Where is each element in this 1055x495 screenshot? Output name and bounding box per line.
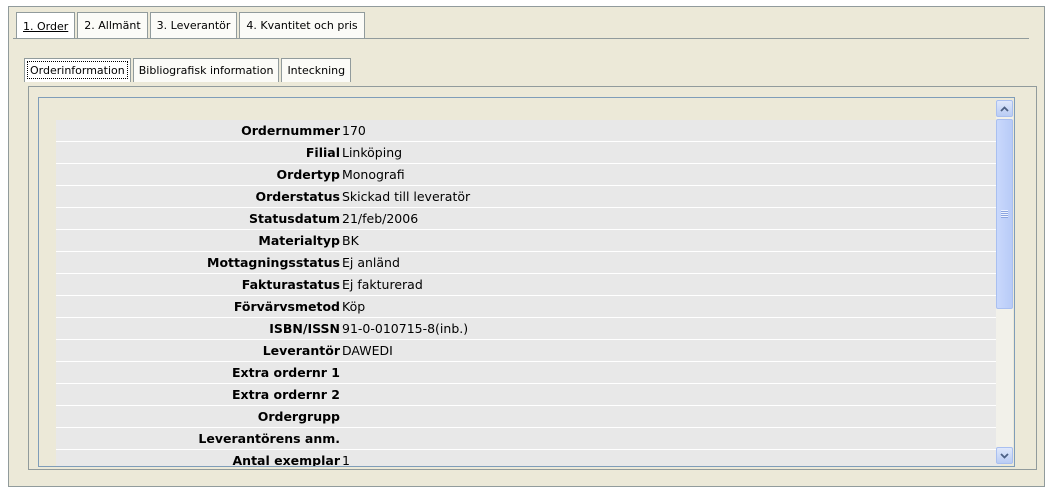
chevron-up-icon: [1000, 105, 1009, 112]
field-label: Antal exemplar: [232, 453, 341, 467]
field-value: Monografi: [342, 167, 405, 182]
tab-label: Orderinformation: [30, 64, 125, 77]
field-label: Fakturastatus: [241, 277, 340, 292]
field-label: Leverantör: [262, 343, 340, 358]
order-details-list: Ordernummer 170 Filial Linköping Ordertyp M…: [56, 120, 1001, 467]
field-row: Orderstatus Skickad till leveratör: [56, 186, 1001, 208]
field-label: ISBN/ISSN: [269, 321, 340, 336]
field-label: Extra ordernr 1: [232, 365, 340, 380]
tab-order[interactable]: 1. Order: [16, 12, 76, 39]
main-tab-strip: 1. Order 2. Allmänt 3. Leverantör 4. Kva…: [16, 12, 367, 39]
field-label: Extra ordernr 2: [232, 387, 340, 402]
tab-label: Inteckning: [287, 64, 346, 77]
grip-icon: [1001, 210, 1008, 218]
field-label: Leverantörens anm.: [198, 431, 340, 446]
field-row: Leverantör DAWEDI: [56, 340, 1001, 362]
chevron-down-icon: [1000, 452, 1009, 459]
field-row: Ordergrupp: [56, 406, 1001, 428]
scrollbar-thumb[interactable]: [996, 119, 1013, 309]
field-value: 91-0-010715-8(inb.): [342, 321, 469, 336]
field-label: Filial: [305, 145, 340, 160]
field-row: Fakturastatus Ej fakturerad: [56, 274, 1001, 296]
field-label: Materialtyp: [258, 233, 340, 248]
field-value: 170: [342, 123, 366, 138]
field-value: 21/feb/2006: [342, 211, 419, 226]
field-row: Leverantörens anm.: [56, 428, 1001, 450]
field-row: Mottagningsstatus Ej anländ: [56, 252, 1001, 274]
tab-label: 3. Leverantör: [156, 19, 231, 32]
tab-leverantor[interactable]: 3. Leverantör: [149, 12, 238, 38]
field-row: Filial Linköping: [56, 142, 1001, 164]
field-value: BK: [342, 233, 359, 248]
tab-label: 1. Order: [23, 19, 69, 33]
tab-allmant[interactable]: 2. Allmänt: [77, 12, 148, 38]
field-label: Mottagningsstatus: [207, 255, 340, 270]
field-label: Ordernummer: [241, 123, 340, 138]
tab-orderinformation[interactable]: Orderinformation: [24, 58, 131, 82]
order-details-view: Ordernummer 170 Filial Linköping Ordertyp M…: [38, 97, 1015, 467]
field-row: Extra ordernr 2: [56, 384, 1001, 406]
tab-label: Bibliografisk information: [138, 64, 274, 77]
tab-kvantitet-och-pris[interactable]: 4. Kvantitet och pris: [239, 12, 365, 38]
field-row: Statusdatum 21/feb/2006: [56, 208, 1001, 230]
scroll-down-button[interactable]: [996, 447, 1013, 464]
field-label: Förvärvsmetod: [233, 299, 340, 314]
vertical-scrollbar[interactable]: [996, 100, 1013, 464]
field-value: DAWEDI: [342, 343, 393, 358]
tab-label: 2. Allmänt: [84, 19, 141, 32]
field-row: Ordertyp Monografi: [56, 164, 1001, 186]
field-row: Förvärvsmetod Köp: [56, 296, 1001, 318]
field-label: Statusdatum: [248, 211, 340, 226]
field-value: 1: [342, 453, 350, 467]
field-value: Linköping: [342, 145, 403, 160]
field-label: Orderstatus: [255, 189, 340, 204]
field-value: Ej anländ: [342, 255, 400, 270]
sub-tab-strip: Orderinformation Bibliografisk informati…: [24, 58, 353, 82]
field-row: Extra ordernr 1: [56, 362, 1001, 384]
field-label: Ordertyp: [276, 167, 340, 182]
field-value: Ej fakturerad: [342, 277, 423, 292]
field-label: Ordergrupp: [257, 409, 340, 424]
scroll-up-button[interactable]: [996, 100, 1013, 117]
field-row: Materialtyp BK: [56, 230, 1001, 252]
tab-label: 4. Kvantitet och pris: [246, 19, 358, 32]
field-row: ISBN/ISSN 91-0-010715-8(inb.): [56, 318, 1001, 340]
field-value: Skickad till leveratör: [342, 189, 471, 204]
field-value: Köp: [342, 299, 366, 314]
tab-bibliografisk-information[interactable]: Bibliografisk information: [132, 58, 280, 82]
field-row: Ordernummer 170: [56, 120, 1001, 142]
field-row: Antal exemplar 1: [56, 450, 1001, 467]
tab-inteckning[interactable]: Inteckning: [281, 58, 352, 82]
